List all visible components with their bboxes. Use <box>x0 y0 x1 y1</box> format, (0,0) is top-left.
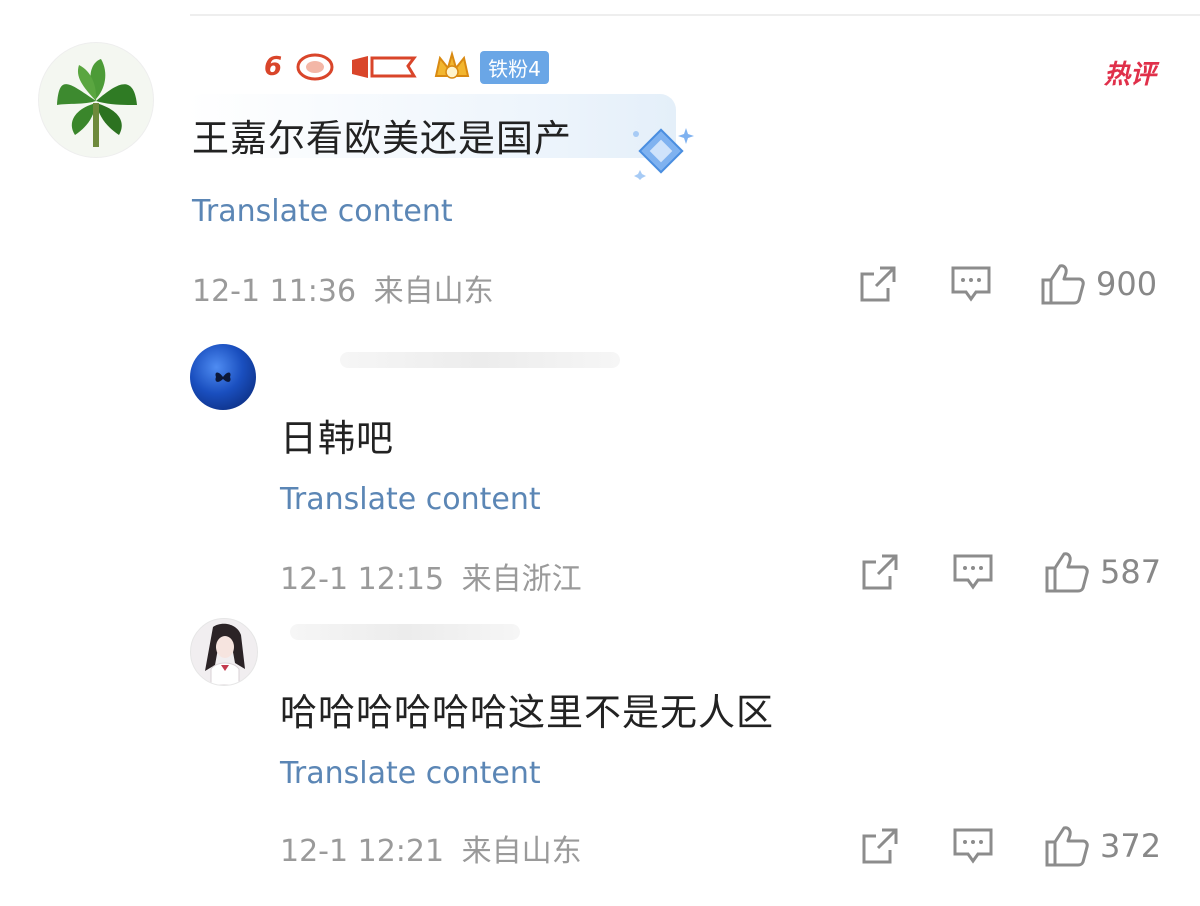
leaf-bundle-image <box>57 59 137 147</box>
hot-comment-tag: 热评 <box>1103 60 1156 90</box>
crown-badge-icon <box>434 50 470 79</box>
like-count: 587 <box>1100 553 1162 591</box>
comment-meta: 12-1 11:36 来自山东 <box>192 266 494 310</box>
share-button[interactable] <box>858 264 898 304</box>
translate-link[interactable]: Translate content <box>280 756 541 791</box>
share-icon <box>860 266 896 302</box>
comment-time: 12-1 12:21 <box>280 834 445 869</box>
thumbs-up-icon <box>1041 264 1085 305</box>
share-icon <box>862 828 898 864</box>
medal-badge-icon <box>296 53 334 81</box>
comment-text: 日韩吧 <box>280 417 394 460</box>
like-button[interactable]: 587 <box>1044 550 1161 594</box>
comment-meta: 12-1 12:15 来自浙江 <box>280 554 582 598</box>
username-blurred <box>290 624 520 640</box>
ribbon-badge-icon <box>352 56 418 78</box>
reply-button[interactable] <box>952 826 994 866</box>
username-blurred <box>340 352 620 368</box>
comment-icon <box>951 266 991 302</box>
level-badge-icon: 6 <box>264 52 283 82</box>
top-divider <box>190 14 1200 16</box>
avatar[interactable] <box>190 344 256 410</box>
anime-character-image <box>205 623 245 685</box>
comment-text: 哈哈哈哈哈哈这里不是无人区 <box>280 691 774 734</box>
comment-time: 12-1 12:15 <box>280 562 445 597</box>
share-icon <box>862 554 898 590</box>
reply-button[interactable] <box>950 264 992 304</box>
like-count: 372 <box>1100 827 1162 865</box>
comment-icon <box>953 554 993 590</box>
comment-text: 王嘉尔看欧美还是国产 <box>192 117 572 160</box>
comment-icon <box>953 828 993 864</box>
butterfly-icon <box>215 372 231 382</box>
comment-location: 来自山东 <box>461 834 582 869</box>
like-count: 900 <box>1096 265 1158 303</box>
user-badges: 6 铁粉4 <box>264 50 549 84</box>
share-button[interactable] <box>860 552 900 592</box>
comment-location: 来自浙江 <box>461 562 582 597</box>
like-button[interactable]: 900 <box>1040 262 1157 306</box>
like-button[interactable]: 372 <box>1044 824 1161 868</box>
comment-time: 12-1 11:36 <box>192 274 357 309</box>
reply-button[interactable] <box>952 552 994 592</box>
share-button[interactable] <box>860 826 900 866</box>
fan-level-badge: 铁粉4 <box>480 50 549 84</box>
translate-link[interactable]: Translate content <box>280 482 541 517</box>
comment-meta: 12-1 12:21 来自山东 <box>280 826 582 870</box>
comment-location: 来自山东 <box>373 274 494 309</box>
thumbs-up-icon <box>1045 826 1089 867</box>
translate-link[interactable]: Translate content <box>192 194 453 229</box>
diamond-sparkle-icon <box>633 128 694 180</box>
avatar[interactable] <box>190 618 258 686</box>
thumbs-up-icon <box>1045 552 1089 593</box>
avatar[interactable] <box>38 42 154 158</box>
